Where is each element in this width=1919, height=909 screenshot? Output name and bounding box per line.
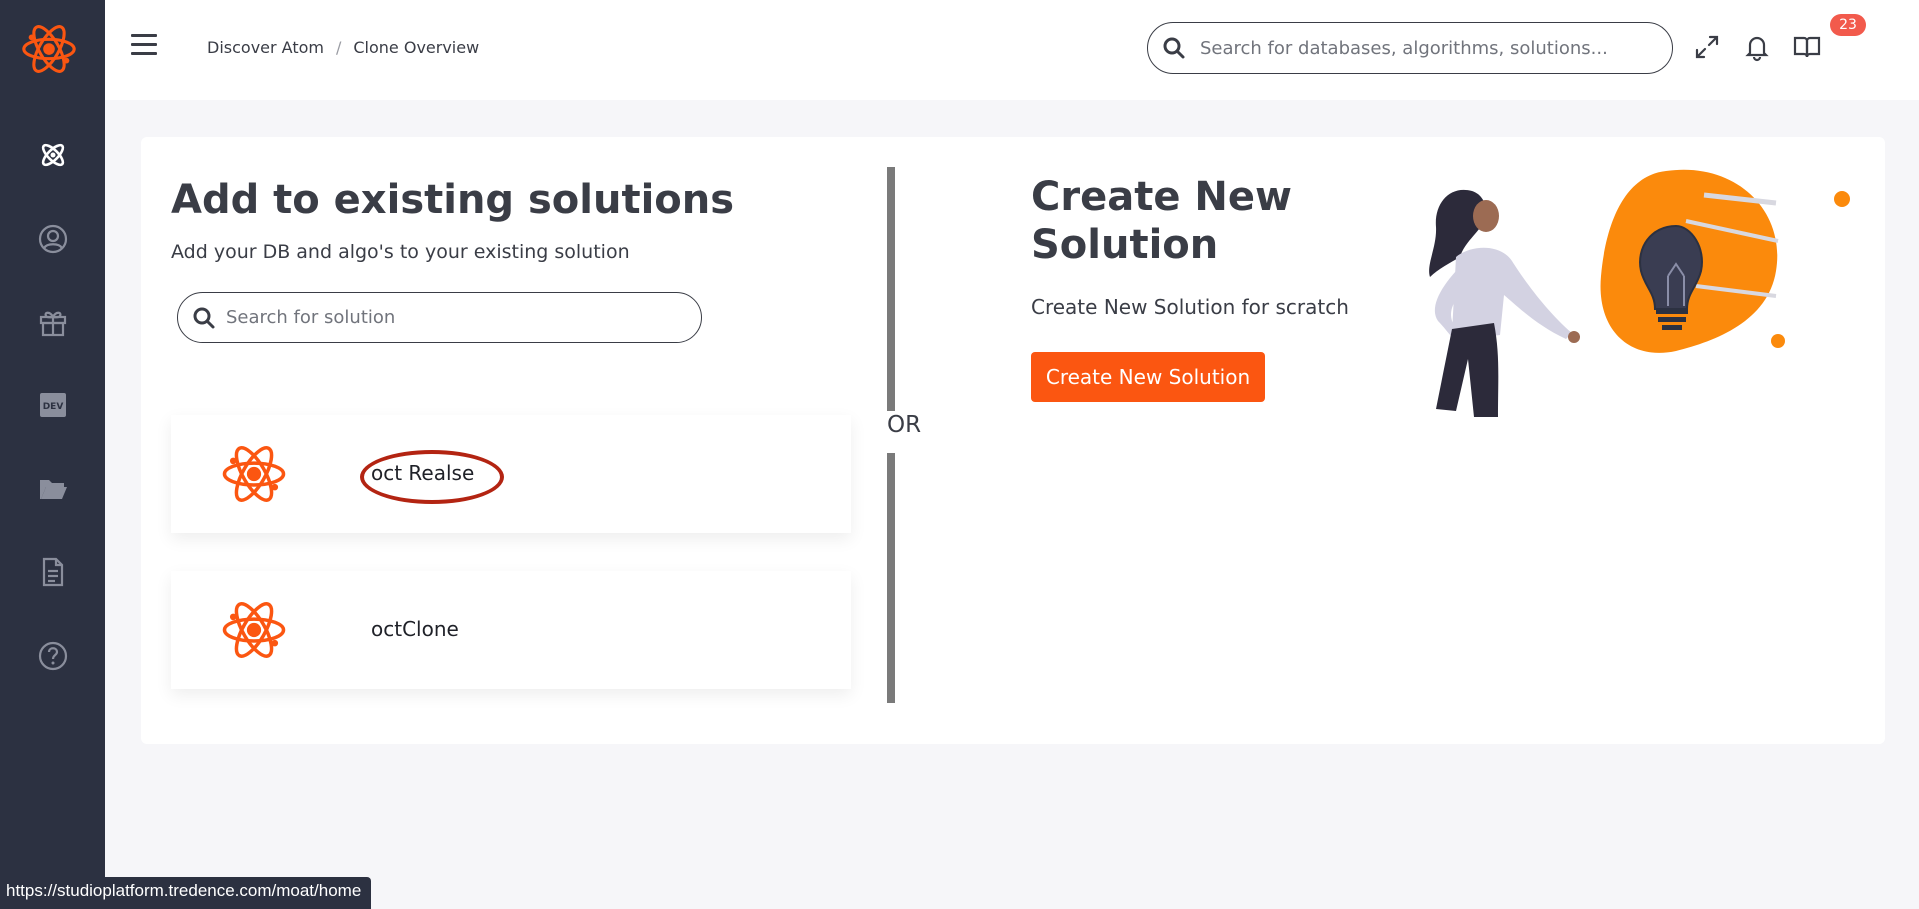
existing-solutions-title: Add to existing solutions [171,177,735,223]
solution-search-box[interactable] [177,292,702,343]
solution-card-oct-realse[interactable]: oct Realse [171,415,851,533]
atom-logo-icon[interactable] [18,18,80,80]
global-search-box[interactable] [1147,22,1673,74]
solution-name: oct Realse [371,461,475,485]
woman-lightbulb-illustration [1429,169,1850,417]
solution-name: octClone [371,617,459,641]
breadcrumb: Discover Atom / Clone Overview [207,38,479,57]
notification-badge: 23 [1830,14,1866,36]
book-icon[interactable] [1792,32,1822,62]
create-new-solution-button[interactable]: Create New Solution [1031,352,1265,402]
bell-icon[interactable] [1742,32,1772,62]
svg-text:DEV: DEV [43,402,64,412]
search-icon [1163,37,1185,59]
sidebar: DEV [0,0,105,909]
expand-icon[interactable] [1692,32,1722,62]
atom-icon [222,602,286,658]
top-header: Discover Atom / Clone Overview 23 AU [105,0,1919,100]
status-bar-url: https://studioplatform.tredence.com/moat… [0,877,372,909]
breadcrumb-item-clone-overview[interactable]: Clone Overview [353,38,479,57]
existing-solutions-subtitle: Add your DB and algo's to your existing … [171,241,630,263]
breadcrumb-separator: / [335,38,342,57]
folder-open-icon[interactable] [35,470,71,506]
search-icon [193,307,215,328]
user-circle-icon[interactable] [35,221,71,257]
global-search-input[interactable] [1200,37,1640,59]
create-solution-subtitle: Create New Solution for scratch [1031,295,1349,319]
help-icon[interactable] [35,638,71,674]
atom-icon[interactable] [35,137,71,173]
clone-overview-card: Add to existing solutions Add your DB an… [141,137,1885,744]
breadcrumb-item-discover-atom[interactable]: Discover Atom [207,38,324,57]
solution-search-input[interactable] [226,307,666,328]
divider [887,453,895,703]
create-solution-title: Create New Solution [1031,174,1292,268]
atom-icon [222,446,286,502]
menu-icon[interactable] [131,34,157,58]
or-label: OR [887,412,922,438]
gift-icon[interactable] [35,304,71,340]
dev-icon[interactable]: DEV [35,387,71,423]
solution-card-octclone[interactable]: octClone [171,571,851,689]
divider [887,167,895,411]
document-icon[interactable] [35,554,71,590]
